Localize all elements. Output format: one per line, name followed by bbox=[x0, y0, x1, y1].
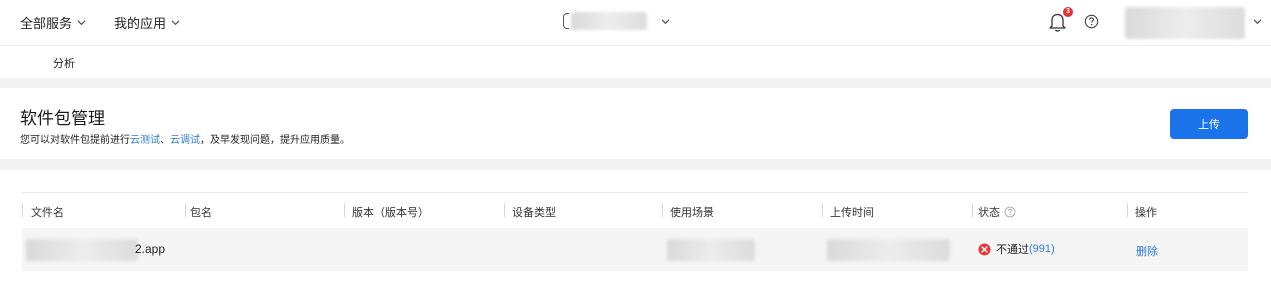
column-divider bbox=[822, 203, 823, 217]
column-divider bbox=[1127, 203, 1128, 217]
status-cell: 不通过 (991) bbox=[978, 241, 1055, 257]
my-apps-label: 我的应用 bbox=[114, 16, 167, 31]
app-name-redacted bbox=[571, 12, 647, 30]
page-description: 您可以对软件包提前进行云测试、云调试，及早发现问题，提升应用质量。 bbox=[20, 131, 350, 146]
col-version: 版本（版本号） bbox=[352, 207, 429, 219]
package-table-card: 文件名 包名 版本（版本号） 设备类型 使用场景 上传时间 状态 操作 2.ap… bbox=[0, 170, 1271, 294]
upload-time-redacted bbox=[827, 239, 950, 261]
app-icon bbox=[563, 13, 569, 29]
status-count-link[interactable]: (991) bbox=[1029, 243, 1055, 255]
desc-prefix: 您可以对软件包提前进行 bbox=[20, 135, 130, 146]
top-bar: 全部服务 我的应用 3 bbox=[0, 0, 1271, 46]
table-header: 文件名 包名 版本（版本号） 设备类型 使用场景 上传时间 状态 操作 bbox=[22, 192, 1248, 228]
page-header-card: 软件包管理 您可以对软件包提前进行云测试、云调试，及早发现问题，提升应用质量。 … bbox=[0, 88, 1271, 159]
all-services-menu[interactable]: 全部服务 bbox=[20, 13, 86, 32]
column-divider bbox=[662, 203, 663, 217]
sub-nav: 分析 bbox=[0, 46, 1271, 78]
desc-separator: 、 bbox=[160, 135, 170, 146]
upload-button[interactable]: 上传 bbox=[1170, 109, 1248, 139]
file-name-suffix: 2.app bbox=[135, 242, 166, 256]
user-account-redacted[interactable] bbox=[1125, 7, 1245, 39]
col-file-name: 文件名 bbox=[31, 207, 64, 219]
all-services-label: 全部服务 bbox=[20, 16, 73, 31]
column-divider bbox=[22, 203, 23, 217]
chevron-down-icon bbox=[661, 18, 670, 24]
desc-suffix: ，及早发现问题，提升应用质量。 bbox=[200, 135, 350, 146]
help-icon[interactable] bbox=[1004, 206, 1016, 218]
col-actions: 操作 bbox=[1135, 207, 1157, 219]
col-package-name: 包名 bbox=[190, 207, 212, 219]
col-status-label: 状态 bbox=[978, 207, 1000, 219]
app-switcher[interactable] bbox=[563, 12, 670, 30]
error-icon bbox=[978, 242, 991, 256]
help-icon[interactable] bbox=[1084, 14, 1099, 29]
usage-scenario-redacted bbox=[667, 239, 755, 261]
chevron-down-icon bbox=[171, 20, 180, 26]
notification-badge: 3 bbox=[1063, 7, 1073, 17]
col-device-type: 设备类型 bbox=[512, 207, 556, 219]
cloud-test-link[interactable]: 云测试 bbox=[130, 135, 160, 146]
my-apps-menu[interactable]: 我的应用 bbox=[114, 13, 180, 32]
page-title: 软件包管理 bbox=[20, 109, 105, 128]
column-divider bbox=[185, 203, 186, 217]
chevron-down-icon[interactable] bbox=[1253, 17, 1262, 26]
col-status: 状态 bbox=[978, 204, 1016, 220]
col-usage-scenario: 使用场景 bbox=[670, 207, 714, 219]
table-row: 2.app 不通过 (991) 删除 bbox=[22, 228, 1248, 271]
tab-analysis[interactable]: 分析 bbox=[53, 55, 75, 71]
chevron-down-icon bbox=[77, 20, 86, 26]
col-upload-time: 上传时间 bbox=[830, 207, 874, 219]
file-name-redacted bbox=[26, 239, 138, 261]
delete-button[interactable]: 删除 bbox=[1136, 243, 1158, 259]
cloud-debug-link[interactable]: 云调试 bbox=[170, 135, 200, 146]
column-divider bbox=[504, 203, 505, 217]
status-text: 不通过 bbox=[996, 244, 1029, 256]
column-divider bbox=[344, 203, 345, 217]
column-divider bbox=[972, 203, 973, 217]
